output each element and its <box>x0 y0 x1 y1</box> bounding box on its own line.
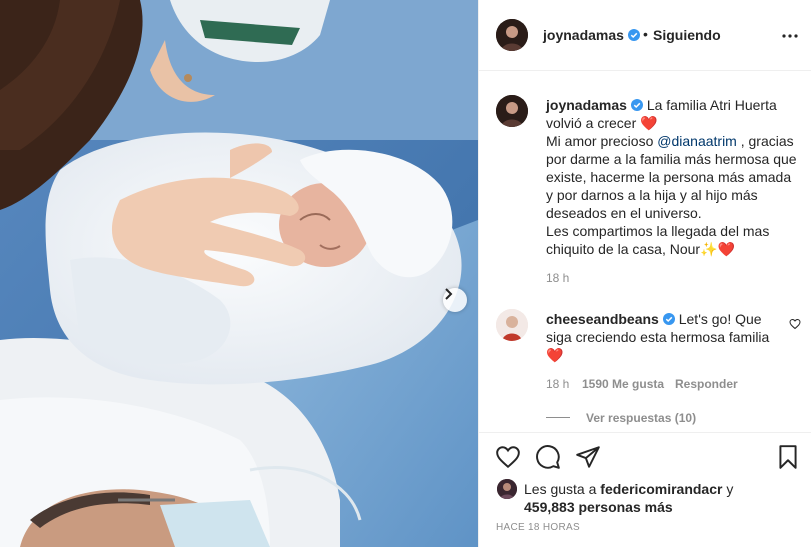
caption-line-3: Les compartimos la llegada del mas chiqu… <box>546 223 770 257</box>
view-replies-button[interactable]: Ver respuestas (10) <box>586 411 696 425</box>
avatar-image <box>496 309 528 341</box>
post-photo <box>0 0 478 547</box>
caption-emoji-1: ❤️ <box>640 115 658 131</box>
following-button[interactable]: Siguiendo <box>653 27 721 43</box>
reply-button[interactable]: Responder <box>675 377 738 391</box>
author-username[interactable]: joynadamas <box>543 27 624 43</box>
send-icon[interactable] <box>575 444 601 470</box>
comment-emoji: ❤️ <box>546 347 564 363</box>
avatar-image <box>496 95 528 127</box>
comment-username[interactable]: cheeseandbeans <box>546 311 659 327</box>
author-avatar[interactable] <box>496 19 528 51</box>
heart-icon[interactable] <box>495 444 521 470</box>
post-caption: joynadamas La familia Atri Huerta volvió… <box>546 96 801 258</box>
newborn-photo <box>0 0 478 547</box>
comment-time[interactable]: 18 h <box>546 377 569 391</box>
action-bar: Les gusta a federicomirandacr y 459,883 … <box>479 432 811 547</box>
post-detail-panel: joynadamas • Siguiendo joynadamas La fam… <box>478 0 811 547</box>
caption-time[interactable]: 18 h <box>546 271 569 285</box>
bookmark-icon[interactable] <box>775 444 801 470</box>
author-username-row: joynadamas <box>543 27 640 43</box>
avatar-image <box>496 19 528 51</box>
verified-badge-icon <box>662 313 675 325</box>
avatar-image <box>497 479 517 499</box>
comment-like-heart-icon[interactable] <box>789 318 801 330</box>
chevron-right-icon <box>445 288 453 300</box>
more-options-icon[interactable] <box>781 27 799 45</box>
caption-emoji-2: ✨❤️ <box>700 241 735 257</box>
verified-badge-icon <box>627 29 640 41</box>
liker-username[interactable]: federicomirandacr <box>600 481 722 497</box>
follow-separator: • <box>643 26 648 42</box>
next-photo-button[interactable] <box>443 288 467 312</box>
likes-summary: Les gusta a federicomirandacr y 459,883 … <box>524 480 794 516</box>
verified-badge-icon <box>630 99 643 111</box>
caption-author-avatar[interactable] <box>496 95 528 127</box>
likes-prefix: Les gusta a <box>524 481 601 497</box>
caption-mention-link[interactable]: @dianaatrim <box>657 133 737 149</box>
caption-username[interactable]: joynadamas <box>546 97 627 113</box>
comment-likes-count[interactable]: 1590 Me gusta <box>582 377 664 391</box>
comment-body: cheeseandbeans Let's go! Que siga crecie… <box>546 310 778 364</box>
comment-author-avatar[interactable] <box>496 309 528 341</box>
liker-avatar[interactable] <box>497 479 517 499</box>
caption-line-2-start: Mi amor precioso <box>546 133 658 149</box>
post-timestamp[interactable]: HACE 18 HORAS <box>496 522 580 533</box>
post-header: joynadamas • Siguiendo <box>479 0 811 71</box>
comment-icon[interactable] <box>535 444 561 470</box>
likes-connector: y <box>722 481 734 497</box>
replies-divider <box>546 417 570 418</box>
likes-count-link[interactable]: 459,883 personas más <box>524 499 673 515</box>
